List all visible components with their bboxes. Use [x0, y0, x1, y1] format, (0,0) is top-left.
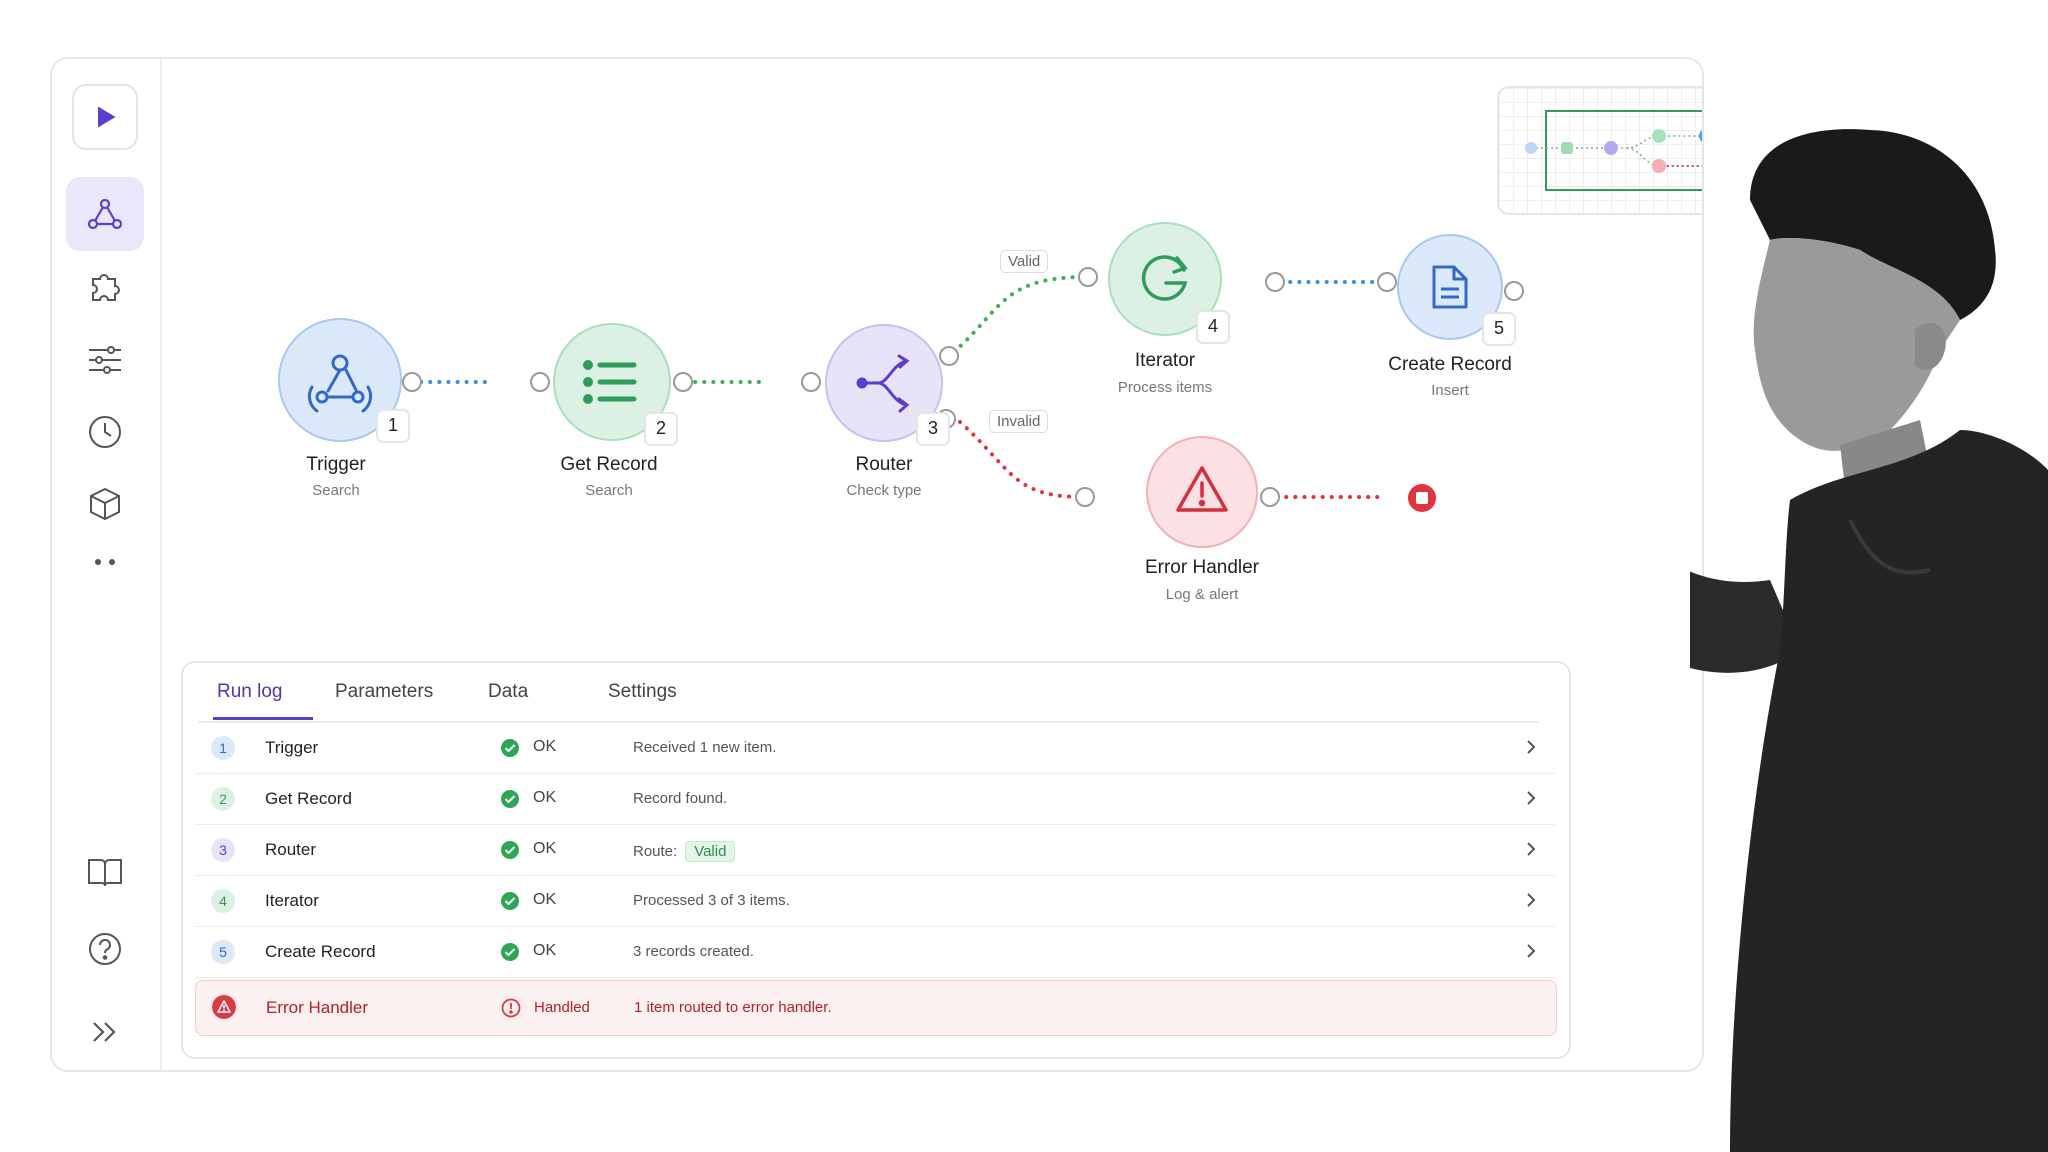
- puzzle-icon: [92, 274, 120, 301]
- chevron-right-icon: [1527, 791, 1536, 805]
- clock-icon: [89, 416, 121, 448]
- step-name: Iterator: [265, 891, 319, 910]
- step-name: Create Record: [265, 942, 376, 961]
- tab-settings[interactable]: Settings: [608, 681, 677, 703]
- step-message: 1 item routed to error handler.: [634, 999, 832, 1016]
- sidebar-item-help[interactable]: [72, 916, 138, 982]
- node-subtitle: Process items: [1117, 379, 1213, 396]
- node-subtitle: Log & alert: [1165, 586, 1239, 603]
- step-message-container: Route: Valid: [633, 841, 736, 862]
- check-circle-icon: [501, 943, 519, 961]
- play-icon: [98, 106, 116, 128]
- tab-data[interactable]: Data: [488, 681, 528, 703]
- step-message: Received 1 new item.: [633, 739, 777, 756]
- node-title: Router: [855, 454, 913, 475]
- step-status: OK: [533, 891, 557, 908]
- step-status: OK: [533, 840, 557, 857]
- app-window: 1 2 3 4 5 Trigger Search Get Record Sear…: [50, 57, 1704, 1072]
- node-badge: 1: [376, 409, 410, 443]
- step-status: OK: [533, 942, 557, 959]
- more-icon: [95, 559, 115, 565]
- node-subtitle: Search: [585, 482, 633, 499]
- step-number: 2: [211, 787, 235, 811]
- sidebar-item-packages[interactable]: [72, 471, 138, 537]
- sidebar-item-integrations[interactable]: [72, 254, 138, 320]
- presenter-photo: [1690, 129, 2048, 1152]
- table-row[interactable]: 3 Router OK Route: Valid: [195, 825, 1555, 876]
- tab-run-log[interactable]: Run log: [217, 681, 283, 703]
- sidebar-item-settings[interactable]: [72, 327, 138, 393]
- table-row[interactable]: 1 Trigger OK Received 1 new item.: [195, 723, 1555, 774]
- help-icon: [89, 933, 121, 965]
- warning-icon: [212, 995, 236, 1019]
- sidebar: [52, 59, 162, 1070]
- node-badge: 2: [644, 412, 678, 446]
- route-pill: Valid: [685, 841, 736, 862]
- check-circle-icon: [501, 790, 519, 808]
- step-message: Record found.: [633, 790, 728, 807]
- minimap-preview: [1525, 110, 1702, 191]
- node-title: Iterator: [1134, 350, 1196, 371]
- step-name: Error Handler: [266, 998, 369, 1017]
- step-name: Router: [265, 840, 317, 859]
- check-circle-icon: [501, 841, 519, 859]
- step-number: 3: [211, 838, 235, 862]
- table-row[interactable]: 5 Create Record OK 3 records created.: [195, 927, 1555, 978]
- sidebar-expand-button[interactable]: [72, 999, 138, 1065]
- sidebar-item-history[interactable]: [72, 399, 138, 465]
- tab-parameters[interactable]: Parameters: [335, 681, 433, 703]
- check-circle-icon: [501, 892, 519, 910]
- minimap[interactable]: [1497, 86, 1702, 215]
- node-title: Trigger: [306, 454, 366, 475]
- step-status: Handled: [534, 999, 590, 1016]
- table-row-error[interactable]: Error Handler Handled 1 item routed to e…: [195, 980, 1557, 1036]
- run-button[interactable]: [72, 84, 138, 150]
- stop-icon: [1408, 484, 1436, 512]
- workflow-icon: [87, 198, 123, 230]
- chevron-right-icon: [1527, 842, 1536, 856]
- node-title: Error Handler: [1144, 557, 1260, 578]
- check-circle-icon: [501, 739, 519, 757]
- cube-icon: [90, 487, 120, 521]
- run-log-panel: Run log Parameters Data Settings 1 Trigg…: [181, 661, 1571, 1059]
- node-subtitle: Check type: [846, 482, 922, 499]
- step-status: OK: [533, 738, 557, 755]
- node-error-handler: [1146, 436, 1258, 548]
- step-status: OK: [533, 789, 557, 806]
- table-row[interactable]: 2 Get Record OK Record found.: [195, 774, 1555, 825]
- panel-tabs: Run log Parameters Data Settings: [198, 663, 1539, 723]
- node-badge: 5: [1482, 312, 1516, 346]
- sidebar-item-flow[interactable]: [66, 177, 144, 251]
- chevron-right-icon: [1527, 740, 1536, 754]
- chevron-right-icon: [1527, 944, 1536, 958]
- table-row[interactable]: 4 Iterator OK Processed 3 of 3 items.: [195, 876, 1555, 927]
- chevron-right-icon: [1527, 893, 1536, 907]
- node-title: Get Record: [560, 454, 658, 475]
- step-message: Route:: [633, 843, 678, 860]
- node-title: Create Record: [1388, 354, 1512, 375]
- step-number: 5: [211, 940, 235, 964]
- alert-circle-icon: [501, 998, 521, 1018]
- node-badge: 4: [1196, 310, 1230, 344]
- active-tab-indicator: [213, 717, 313, 720]
- sliders-icon: [89, 346, 121, 374]
- step-number: 1: [211, 736, 235, 760]
- step-name: Trigger: [265, 738, 319, 757]
- edge-label-invalid: Invalid: [989, 410, 1049, 433]
- step-name: Get Record: [265, 789, 352, 808]
- step-message: 3 records created.: [633, 943, 754, 960]
- sidebar-item-docs[interactable]: [72, 839, 138, 905]
- flow-canvas[interactable]: 1 2 3 4 5 Trigger Search Get Record Sear…: [162, 59, 1702, 659]
- step-number: 4: [211, 889, 235, 913]
- edge-label-valid: Valid: [1000, 250, 1049, 273]
- edge-router-iterator: [952, 275, 1082, 354]
- sidebar-item-more[interactable]: [72, 529, 138, 595]
- chevrons-right-icon: [93, 1022, 116, 1042]
- step-message: Processed 3 of 3 items.: [633, 892, 790, 909]
- node-subtitle: Insert: [1431, 382, 1469, 399]
- node-badge: 3: [916, 412, 950, 446]
- node-subtitle: Search: [312, 482, 360, 499]
- book-icon: [88, 859, 122, 887]
